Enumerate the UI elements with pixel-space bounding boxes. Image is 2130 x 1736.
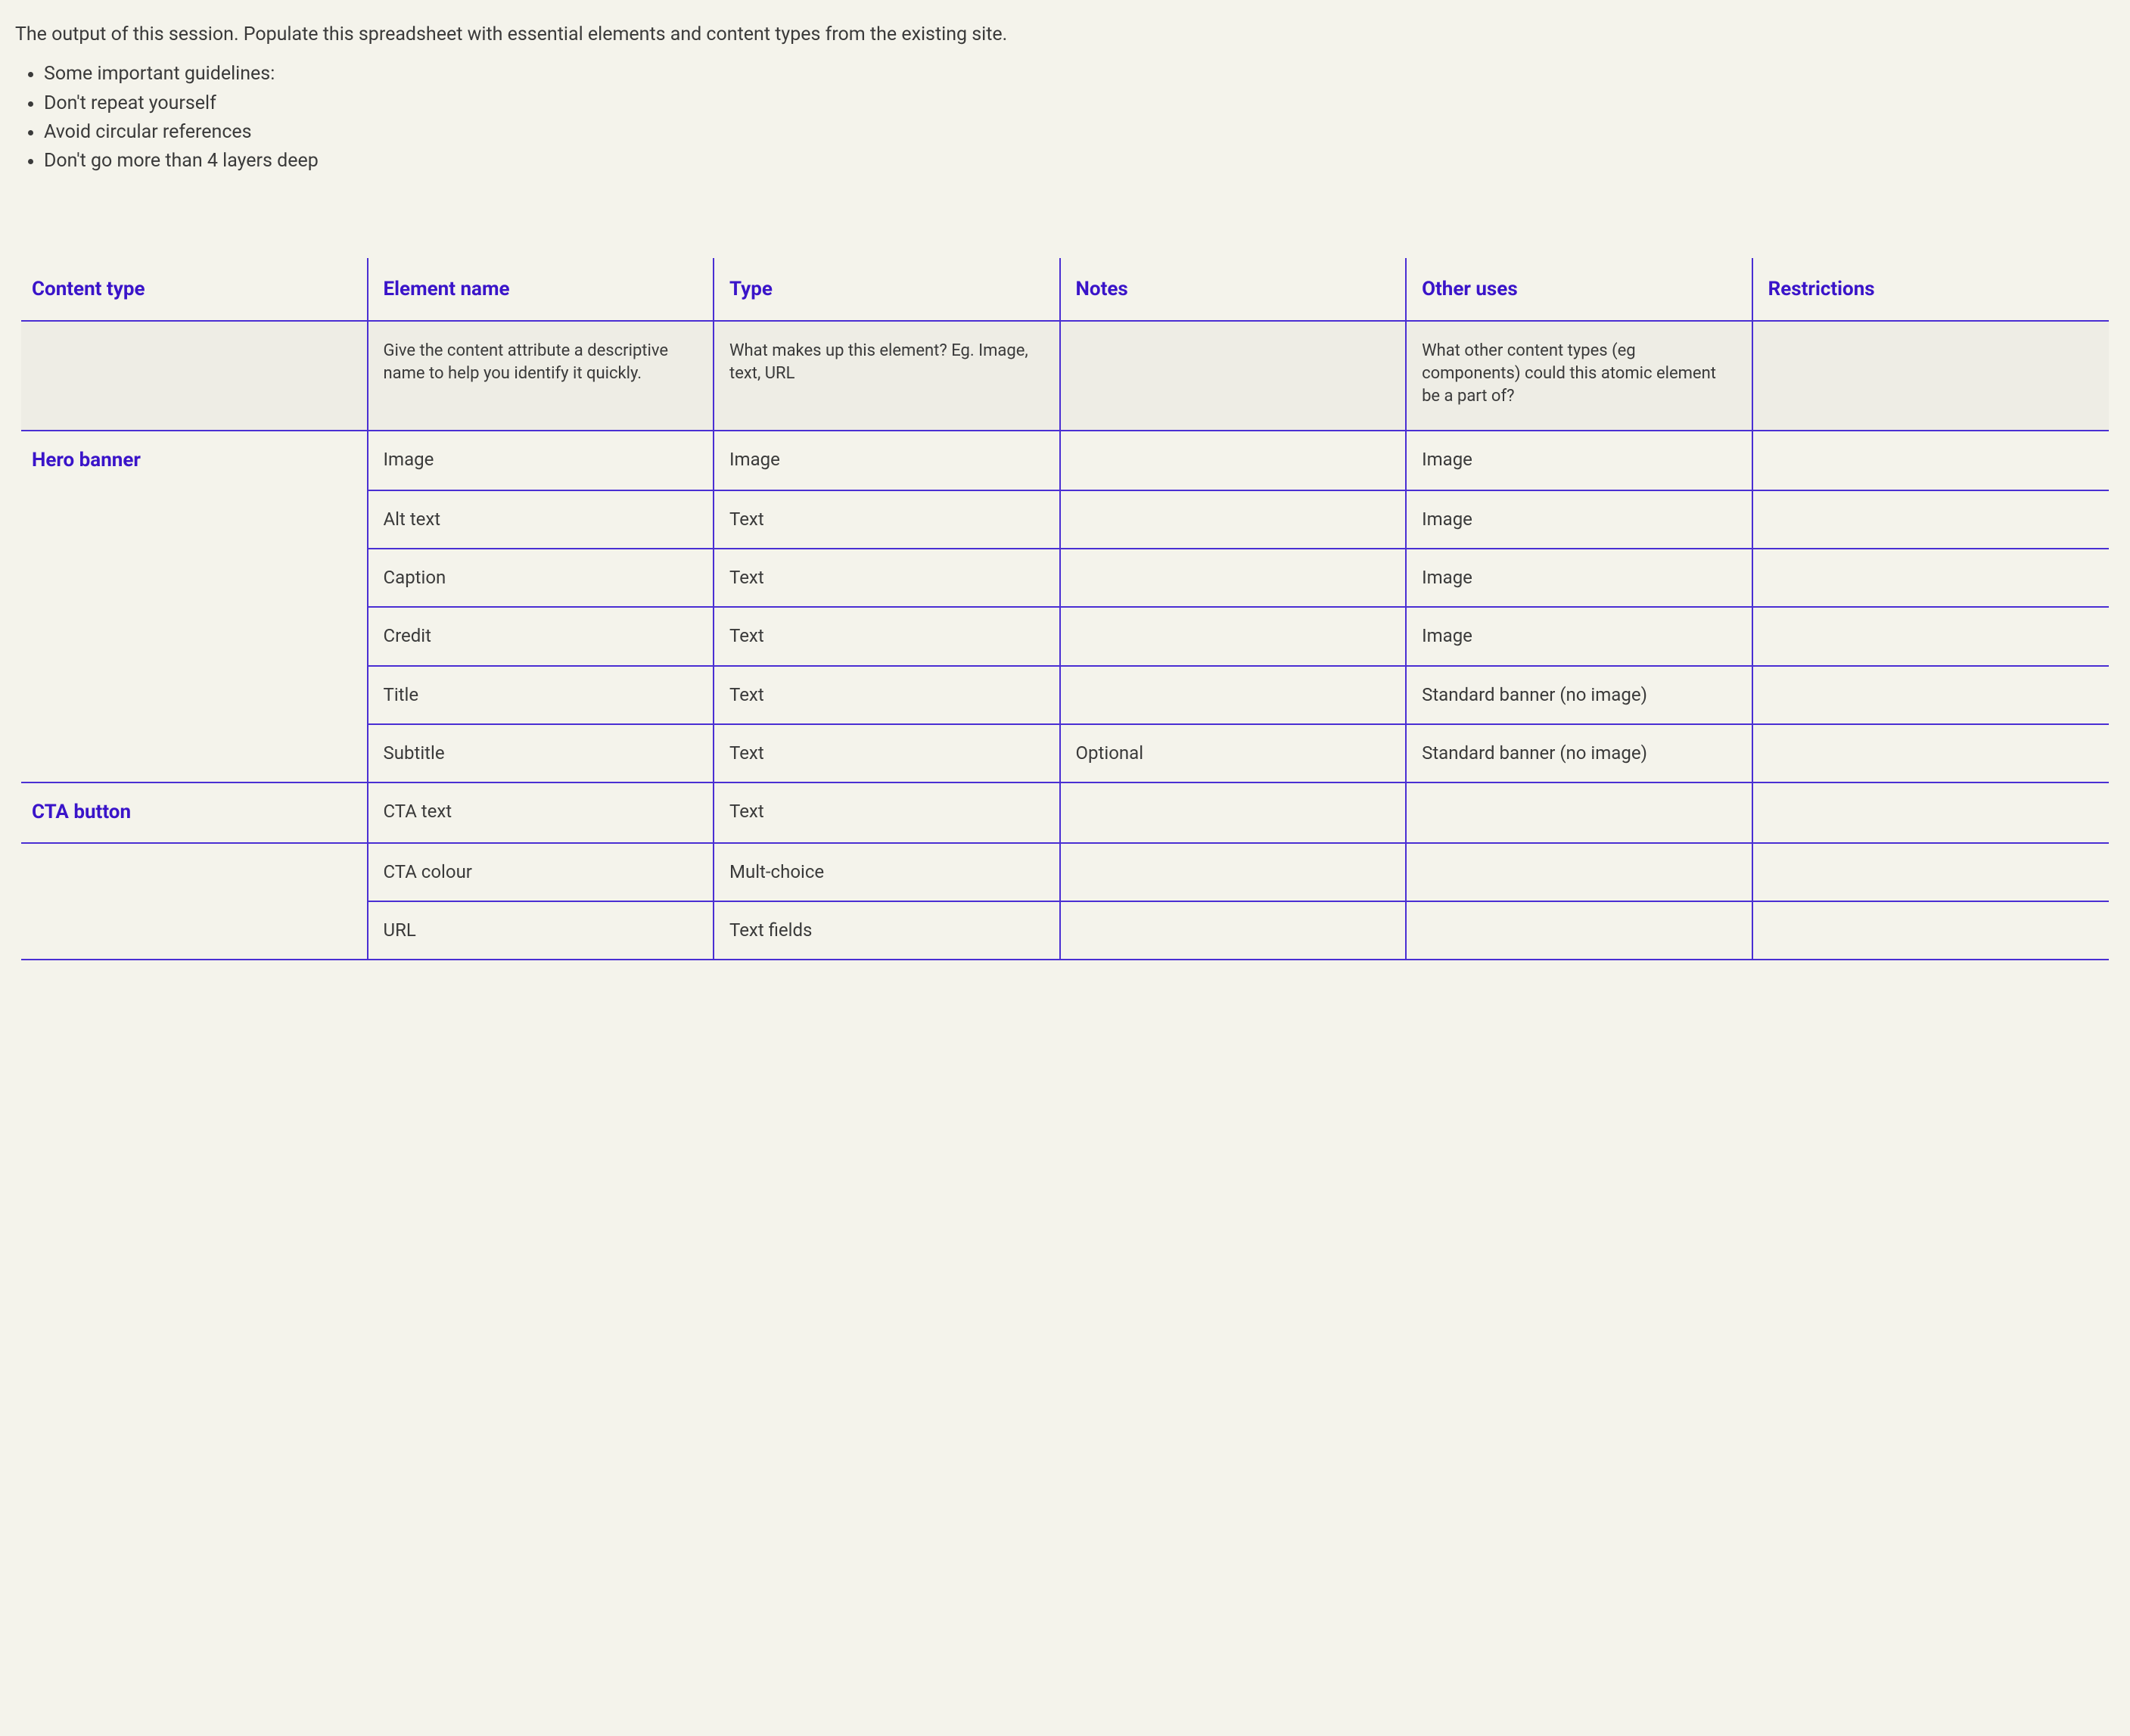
- col-header-content-type: Content type: [21, 258, 368, 321]
- content-type-empty: [21, 901, 368, 960]
- desc-other-uses: What other content types (eg components)…: [1406, 321, 1752, 431]
- cell-type: Text: [714, 724, 1060, 782]
- cell-notes: [1060, 843, 1407, 901]
- table-header-row: Content type Element name Type Notes Oth…: [21, 258, 2109, 321]
- cell-restrictions: [1752, 431, 2109, 490]
- desc-restrictions: [1752, 321, 2109, 431]
- cell-other-uses: Image: [1406, 549, 1752, 607]
- table-row: Caption Text Image: [21, 549, 2109, 607]
- cell-restrictions: [1752, 782, 2109, 843]
- cell-other-uses: Standard banner (no image): [1406, 724, 1752, 782]
- cell-restrictions: [1752, 901, 2109, 960]
- table-row: CTA button CTA text Text: [21, 782, 2109, 843]
- cell-other-uses: Image: [1406, 490, 1752, 549]
- content-type-empty: [21, 843, 368, 901]
- cell-element-name: CTA text: [368, 782, 714, 843]
- cell-type: Text: [714, 607, 1060, 665]
- list-item: Some important guidelines:: [44, 61, 2115, 88]
- cell-type: Image: [714, 431, 1060, 490]
- table-row: Hero banner Image Image Image: [21, 431, 2109, 490]
- content-type-label: Hero banner: [21, 431, 368, 490]
- table-row: Title Text Standard banner (no image): [21, 666, 2109, 724]
- cell-type: Text fields: [714, 901, 1060, 960]
- cell-element-name: Image: [368, 431, 714, 490]
- cell-restrictions: [1752, 490, 2109, 549]
- cell-restrictions: [1752, 724, 2109, 782]
- desc-content-type: [21, 321, 368, 431]
- cell-other-uses: [1406, 843, 1752, 901]
- cell-type: Mult-choice: [714, 843, 1060, 901]
- desc-type: What makes up this element? Eg. Image, t…: [714, 321, 1060, 431]
- intro-text: The output of this session. Populate thi…: [15, 21, 2115, 48]
- cell-notes: [1060, 490, 1407, 549]
- content-type-empty: [21, 724, 368, 782]
- cell-element-name: Title: [368, 666, 714, 724]
- cell-element-name: Caption: [368, 549, 714, 607]
- description-row: Give the content attribute a descriptive…: [21, 321, 2109, 431]
- content-type-label: CTA button: [21, 782, 368, 843]
- desc-notes: [1060, 321, 1407, 431]
- list-item: Don't go more than 4 layers deep: [44, 148, 2115, 175]
- cell-notes: [1060, 666, 1407, 724]
- cell-element-name: Subtitle: [368, 724, 714, 782]
- table-row: CTA colour Mult-choice: [21, 843, 2109, 901]
- cell-other-uses: [1406, 901, 1752, 960]
- col-header-type: Type: [714, 258, 1060, 321]
- table-row: URL Text fields: [21, 901, 2109, 960]
- cell-notes: [1060, 431, 1407, 490]
- cell-type: Text: [714, 666, 1060, 724]
- content-type-empty: [21, 490, 368, 549]
- cell-type: Text: [714, 490, 1060, 549]
- col-header-element-name: Element name: [368, 258, 714, 321]
- cell-notes: Optional: [1060, 724, 1407, 782]
- content-model-table: Content type Element name Type Notes Oth…: [21, 258, 2109, 960]
- table-row: Credit Text Image: [21, 607, 2109, 665]
- cell-element-name: Credit: [368, 607, 714, 665]
- cell-element-name: CTA colour: [368, 843, 714, 901]
- desc-element-name: Give the content attribute a descriptive…: [368, 321, 714, 431]
- cell-other-uses: Image: [1406, 431, 1752, 490]
- cell-element-name: URL: [368, 901, 714, 960]
- cell-restrictions: [1752, 607, 2109, 665]
- cell-notes: [1060, 901, 1407, 960]
- list-item: Avoid circular references: [44, 119, 2115, 146]
- cell-type: Text: [714, 549, 1060, 607]
- cell-restrictions: [1752, 843, 2109, 901]
- list-item: Don't repeat yourself: [44, 90, 2115, 117]
- cell-notes: [1060, 607, 1407, 665]
- col-header-restrictions: Restrictions: [1752, 258, 2109, 321]
- col-header-other-uses: Other uses: [1406, 258, 1752, 321]
- table-row: Subtitle Text Optional Standard banner (…: [21, 724, 2109, 782]
- cell-other-uses: Image: [1406, 607, 1752, 665]
- cell-type: Text: [714, 782, 1060, 843]
- cell-notes: [1060, 782, 1407, 843]
- cell-notes: [1060, 549, 1407, 607]
- col-header-notes: Notes: [1060, 258, 1407, 321]
- cell-element-name: Alt text: [368, 490, 714, 549]
- guidelines-list: Some important guidelines: Don't repeat …: [44, 61, 2115, 175]
- cell-other-uses: [1406, 782, 1752, 843]
- table-row: Alt text Text Image: [21, 490, 2109, 549]
- content-type-empty: [21, 607, 368, 665]
- cell-restrictions: [1752, 549, 2109, 607]
- content-type-empty: [21, 666, 368, 724]
- cell-other-uses: Standard banner (no image): [1406, 666, 1752, 724]
- content-type-empty: [21, 549, 368, 607]
- cell-restrictions: [1752, 666, 2109, 724]
